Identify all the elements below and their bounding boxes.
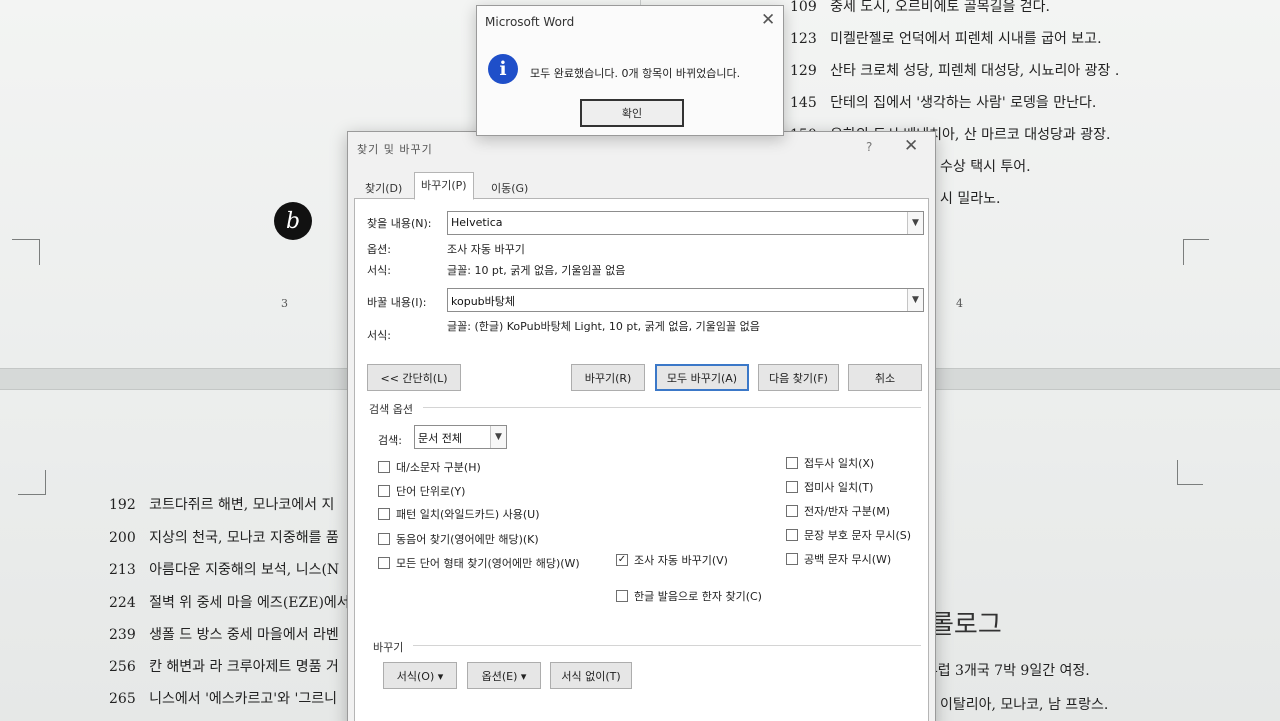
tab-find[interactable]: 찾기(D) [358, 175, 409, 199]
replace-format-label: 서식: [367, 329, 391, 342]
find-next-button[interactable]: 다음 찾기(F) [758, 364, 839, 391]
options-value: 조사 자동 바꾸기 [447, 243, 525, 256]
search-options-title: 검색 옵션 [369, 403, 413, 416]
find-what-input[interactable]: Helvetica ▼ [447, 211, 924, 235]
find-format-value: 글꼴: 10 pt, 굵게 없음, 기울임꼴 없음 [447, 264, 626, 277]
crop-mark [12, 239, 40, 265]
checkmark-icon[interactable]: ✓ [616, 554, 628, 566]
sounds-like-checkbox[interactable]: 동음어 찾기(영어에만 해당)(K) [378, 531, 539, 547]
doc-line: 123 미켈란젤로 언덕에서 피렌체 시내를 굽어 보고. [790, 31, 1102, 47]
doc-line: 239 생폴 드 방스 중세 마을에서 라벤 [109, 627, 339, 643]
page-number-right: 4 [956, 297, 963, 310]
checkbox-box[interactable] [378, 485, 390, 497]
section-divider [423, 407, 921, 408]
less-button[interactable]: << 간단히(L) [367, 364, 461, 391]
whole-word-checkbox[interactable]: 단어 단위로(Y) [378, 483, 465, 499]
checkbox-box[interactable] [378, 557, 390, 569]
match-case-checkbox[interactable]: 대/소문자 구분(H) [378, 459, 481, 475]
no-formatting-button[interactable]: 서식 없이(T) [550, 662, 632, 689]
info-icon: i [488, 54, 518, 84]
dialog-titlebar[interactable]: 찾기 및 바꾸기 ? ✕ [348, 132, 935, 166]
replace-tab-panel: 찾을 내용(N): Helvetica ▼ 옵션: 조사 자동 바꾸기 서식: … [354, 198, 929, 721]
wildcards-checkbox[interactable]: 패턴 일치(와일드카드) 사용(U) [378, 506, 540, 522]
message-box: Microsoft Word ✕ i 모두 완료했습니다. 0개 항목이 바뀌었… [476, 5, 784, 136]
close-icon[interactable]: ✕ [761, 10, 775, 30]
all-word-forms-checkbox[interactable]: 모든 단어 형태 찾기(영어에만 해당)(W) [378, 555, 580, 571]
page-number-left: 3 [281, 297, 288, 310]
search-direction-select[interactable]: 문서 전체 ▼ [414, 425, 507, 449]
doc-line: 192 코트다쥐르 해변, 모나코에서 지 [109, 497, 335, 513]
special-button[interactable]: 옵션(E) ▾ [467, 662, 541, 689]
checkbox-box[interactable] [786, 553, 798, 565]
dialog-title: 찾기 및 바꾸기 [357, 143, 433, 156]
message-text: 모두 완료했습니다. 0개 항목이 바뀌었습니다. [530, 67, 741, 80]
doc-line: 145 단테의 집에서 '생각하는 사람' 로뎅을 만난다. [790, 95, 1097, 111]
checkbox-box[interactable] [786, 529, 798, 541]
crop-mark [1177, 460, 1203, 485]
find-replace-dialog: 찾기 및 바꾸기 ? ✕ 찾기(D) 바꾸기(P) 이동(G) 찾을 내용(N)… [347, 131, 936, 721]
ignore-whitespace-checkbox[interactable]: 공백 문자 무시(W) [786, 551, 891, 567]
match-prefix-checkbox[interactable]: 접두사 일치(X) [786, 455, 874, 471]
doc-line: 224 절벽 위 중세 마을 에즈(EZE)에서 [109, 595, 350, 611]
match-suffix-checkbox[interactable]: 접미사 일치(T) [786, 479, 873, 495]
crop-mark [18, 470, 46, 495]
checkbox-box[interactable] [378, 533, 390, 545]
checkbox-box[interactable] [378, 461, 390, 473]
checkbox-box[interactable] [378, 508, 390, 520]
replace-with-value: kopub바탕체 [451, 295, 516, 308]
hanja-search-checkbox[interactable]: 한글 발음으로 한자 찾기(C) [616, 588, 762, 604]
checkbox-box[interactable] [616, 590, 628, 602]
ignore-punctuation-checkbox[interactable]: 문장 부호 문자 무시(S) [786, 527, 911, 543]
doc-line: 시 밀라노. [940, 191, 1001, 207]
replace-section-title: 바꾸기 [373, 641, 404, 654]
doc-line: 256 칸 해변과 라 크루아제트 명품 거 [109, 659, 339, 675]
crop-mark [1183, 239, 1209, 265]
options-label: 옵션: [367, 243, 391, 256]
doc-heading: 롤로그 [930, 610, 1002, 640]
replace-button[interactable]: 바꾸기(R) [571, 364, 645, 391]
chevron-down-icon[interactable]: ▼ [907, 289, 923, 311]
close-icon[interactable]: ✕ [904, 136, 918, 156]
particle-auto-replace-checkbox[interactable]: ✓ 조사 자동 바꾸기(V) [616, 552, 728, 568]
chevron-down-icon[interactable]: ▼ [907, 212, 923, 234]
format-button[interactable]: 서식(O) ▾ [383, 662, 457, 689]
replace-with-input[interactable]: kopub바탕체 ▼ [447, 288, 924, 312]
section-divider [413, 645, 921, 646]
chevron-down-icon[interactable]: ▼ [490, 426, 506, 448]
width-match-checkbox[interactable]: 전자/반자 구분(M) [786, 503, 890, 519]
doc-line: 200 지상의 천국, 모나코 지중해를 품 [109, 530, 339, 546]
doc-line: 이탈리아, 모나코, 남 프랑스. [940, 697, 1109, 713]
doc-line: 213 아름다운 지중해의 보석, 니스(N [109, 562, 340, 578]
checkbox-box[interactable] [786, 505, 798, 517]
find-format-label: 서식: [367, 264, 391, 277]
find-what-value: Helvetica [451, 216, 503, 229]
pen-cursor-icon: b [274, 202, 312, 240]
tab-replace[interactable]: 바꾸기(P) [414, 172, 474, 200]
checkbox-box[interactable] [786, 481, 798, 493]
message-box-title: Microsoft Word [485, 15, 575, 29]
cancel-button[interactable]: 취소 [848, 364, 922, 391]
search-direction-value: 문서 전체 [418, 432, 462, 445]
doc-line: 수상 택시 투어. [940, 159, 1031, 175]
doc-line: 109 중세 도시, 오르비에토 골목길을 걷다. [790, 0, 1050, 15]
doc-line: 265 니스에서 '에스카르고'와 '그르니 [109, 691, 337, 707]
replace-format-value: 글꼴: (한글) KoPub바탕체 Light, 10 pt, 굵게 없음, 기… [447, 320, 760, 333]
doc-line: 129 산타 크로체 성당, 피렌체 대성당, 시뇨리아 광장 . [790, 63, 1120, 79]
replace-with-label: 바꿀 내용(I): [367, 296, 427, 309]
doc-line: -럽 3개국 7박 9일간 여정. [933, 663, 1090, 679]
search-label: 검색: [378, 434, 402, 447]
help-icon[interactable]: ? [866, 140, 872, 154]
tab-goto[interactable]: 이동(G) [484, 175, 535, 199]
find-what-label: 찾을 내용(N): [367, 217, 432, 230]
ok-button[interactable]: 확인 [580, 99, 684, 127]
replace-all-button[interactable]: 모두 바꾸기(A) [655, 364, 749, 391]
checkbox-box[interactable] [786, 457, 798, 469]
